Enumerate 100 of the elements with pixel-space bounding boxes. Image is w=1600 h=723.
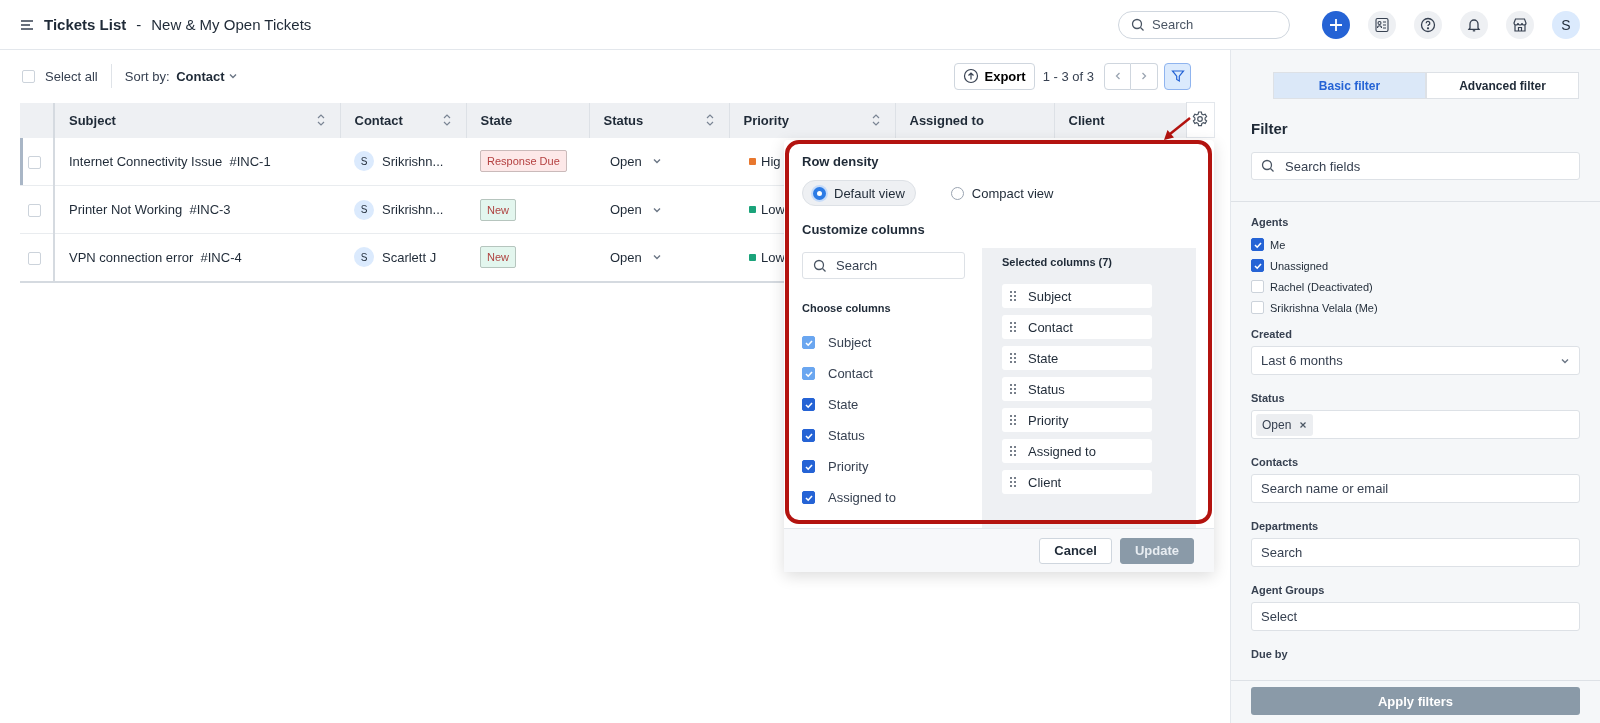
selected-column-item[interactable]: Contact — [1002, 315, 1152, 339]
agent-option-label: Srikrishna Velala (Me) — [1270, 301, 1378, 314]
bell-icon[interactable] — [1460, 10, 1488, 39]
contact-avatar: S — [354, 151, 374, 172]
input-field[interactable]: Select — [1251, 602, 1580, 631]
input-field[interactable]: Search — [1251, 538, 1580, 567]
column-header[interactable]: Contact — [340, 102, 466, 138]
field-label: Agent Groups — [1251, 584, 1326, 596]
checkbox[interactable] — [802, 460, 815, 473]
status-dropdown[interactable]: Open — [603, 152, 668, 170]
checkbox[interactable] — [802, 398, 815, 411]
page-subtitle: New & My Open Tickets — [151, 16, 312, 33]
help-icon[interactable] — [1414, 10, 1442, 39]
cancel-button[interactable]: Cancel — [1039, 537, 1112, 564]
remove-icon[interactable] — [1299, 420, 1308, 429]
drag-handle-icon[interactable] — [1010, 445, 1016, 457]
status-dropdown[interactable]: Open — [603, 248, 668, 266]
selected-column-item[interactable]: Assigned to — [1002, 439, 1152, 463]
drag-handle-icon[interactable] — [1010, 321, 1016, 333]
sort-icon[interactable] — [315, 112, 326, 128]
chevron-right-icon — [1139, 71, 1149, 81]
column-option-label: State — [828, 397, 859, 412]
filter-tab[interactable]: Basic filter — [1273, 72, 1426, 99]
sort-icon[interactable] — [870, 112, 881, 128]
search-fields-field[interactable]: Search fields — [1251, 152, 1580, 180]
input-field[interactable]: Search name or email — [1251, 474, 1580, 503]
contact-name: Srikrishn... — [382, 202, 444, 217]
agent-option-label: Unassigned — [1270, 259, 1329, 272]
search-icon — [1261, 159, 1275, 173]
drag-handle-icon[interactable] — [1010, 383, 1016, 395]
ticket-subject[interactable]: VPN connection error #INC-4 — [69, 249, 242, 265]
status-field[interactable]: Open — [1251, 410, 1580, 439]
drag-handle-icon[interactable] — [1010, 414, 1016, 426]
drag-handle-icon[interactable] — [1010, 352, 1016, 364]
export-button[interactable]: Export — [953, 62, 1035, 90]
filter-button[interactable] — [1164, 62, 1191, 90]
column-header[interactable]: State — [466, 102, 589, 138]
checkbox[interactable] — [1251, 259, 1264, 272]
contact-avatar: S — [354, 247, 374, 268]
column-option-label: Subject — [828, 335, 872, 350]
checkbox[interactable] — [802, 429, 815, 442]
pagination-range: 1 - 3 of 3 — [1042, 68, 1094, 84]
state-tag: New — [480, 198, 516, 221]
checkbox[interactable] — [802, 491, 815, 504]
upload-icon — [962, 68, 979, 84]
sort-icon[interactable] — [441, 112, 452, 128]
state-tag: Response Due — [480, 150, 567, 173]
plus-icon — [1329, 17, 1343, 32]
column-search-field[interactable]: Search — [802, 252, 965, 279]
chevron-down-icon — [227, 71, 238, 81]
store-icon[interactable] — [1506, 10, 1534, 39]
filter-icon — [1170, 69, 1185, 83]
agent-option-label: Rachel (Deactivated) — [1270, 280, 1373, 293]
selected-column-item[interactable]: Client — [1002, 470, 1152, 494]
field-label: Due by — [1251, 648, 1289, 660]
selected-column-item[interactable]: Subject — [1002, 284, 1152, 308]
density-radio[interactable]: Default view — [802, 180, 916, 206]
column-option-label: Assigned to — [828, 490, 896, 505]
agent-option-label: Me — [1270, 238, 1286, 251]
column-settings-button[interactable] — [1186, 102, 1214, 138]
gear-icon — [1190, 109, 1209, 128]
search-icon — [1131, 17, 1145, 32]
ticket-subject[interactable]: Internet Connectivity Issue #INC-1 — [69, 153, 271, 169]
contact-card-icon[interactable] — [1368, 10, 1396, 39]
created-dropdown[interactable]: Last 6 months — [1251, 346, 1580, 375]
customize-columns-title: Customize columns — [802, 222, 926, 237]
drag-handle-icon[interactable] — [1010, 290, 1016, 302]
column-header[interactable]: Subject — [54, 102, 340, 138]
drag-handle-icon[interactable] — [1010, 476, 1016, 488]
contact-avatar: S — [354, 199, 374, 220]
column-header[interactable]: Priority — [729, 102, 895, 138]
sort-icon[interactable] — [704, 112, 715, 128]
checkbox[interactable] — [1251, 238, 1264, 251]
selected-columns-title: Selected columns (7) — [1002, 256, 1114, 268]
select-all-label: Select all — [45, 68, 98, 84]
contact-name: Srikrishn... — [382, 153, 444, 169]
filter-tab[interactable]: Advanced filter — [1426, 72, 1579, 99]
column-header[interactable]: Client — [1054, 102, 1186, 138]
field-label: Departments — [1251, 520, 1320, 532]
selected-column-item[interactable]: State — [1002, 346, 1152, 370]
state-tag: New — [480, 246, 516, 269]
column-option-label: Priority — [828, 459, 869, 474]
column-header[interactable]: Status — [589, 102, 729, 138]
selected-column-item[interactable]: Status — [1002, 377, 1152, 401]
selected-column-item[interactable]: Priority — [1002, 408, 1152, 432]
status-chip: Open — [1256, 413, 1314, 436]
status-dropdown[interactable]: Open — [603, 201, 668, 218]
choose-columns-title: Choose columns — [802, 302, 892, 314]
add-button[interactable] — [1322, 10, 1350, 39]
ticket-subject[interactable]: Printer Not Working #INC-3 — [69, 202, 231, 217]
column-header[interactable]: Assigned to — [895, 102, 1054, 138]
density-radio[interactable]: Compact view — [939, 180, 1065, 206]
field-label: Created — [1251, 328, 1293, 340]
column-option-label: Status — [828, 428, 865, 443]
contact-name: Scarlett J — [382, 249, 437, 265]
field-label: Agents — [1251, 216, 1290, 228]
user-avatar[interactable]: S — [1552, 10, 1580, 39]
menu-icon[interactable] — [20, 18, 34, 31]
column-option-label: Contact — [828, 366, 873, 381]
sort-dropdown[interactable]: Sort by: Contact — [124, 68, 238, 84]
